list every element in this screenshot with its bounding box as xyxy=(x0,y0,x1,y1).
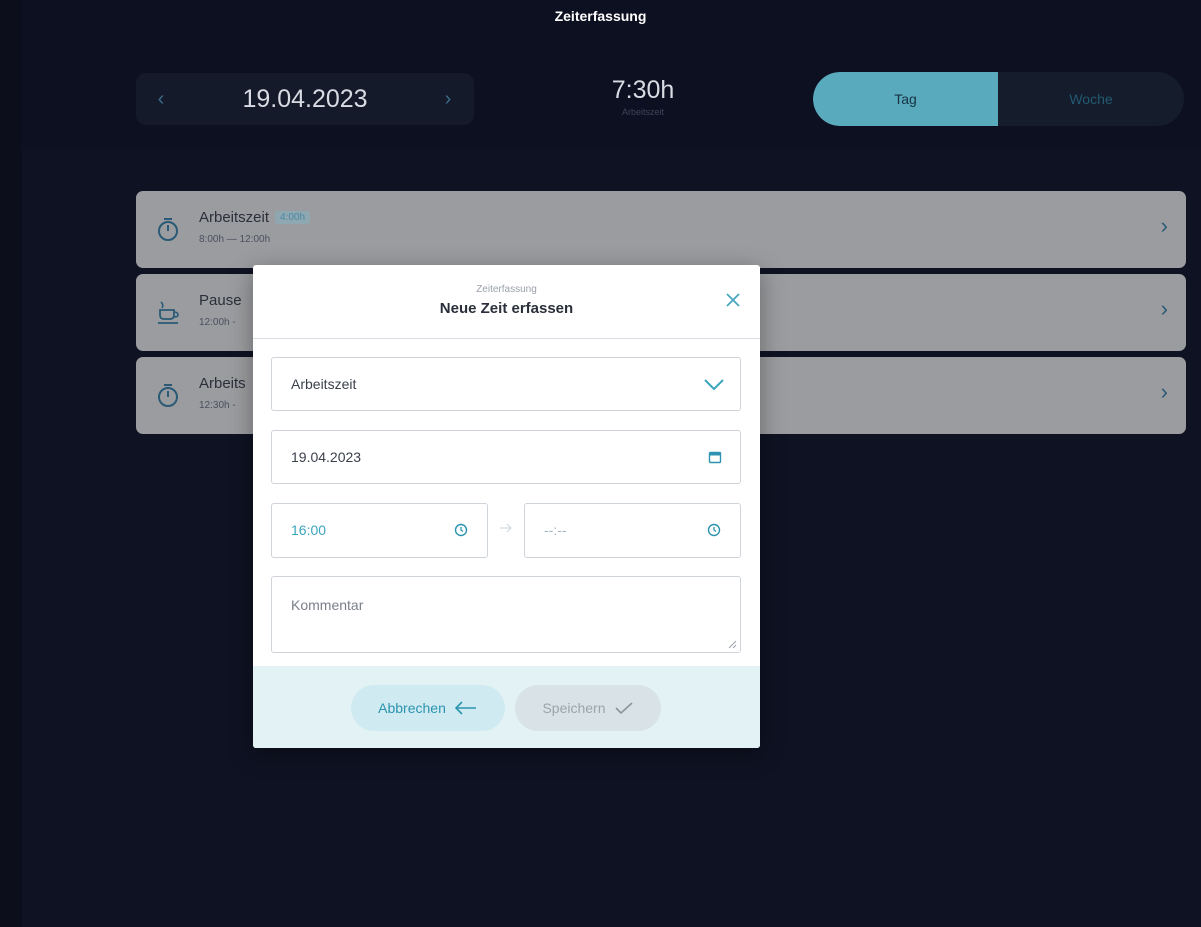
dialog-subtitle: Zeiterfassung xyxy=(476,284,537,295)
coffee-cup-icon xyxy=(158,301,179,324)
clock-icon[interactable] xyxy=(707,523,721,537)
date-field[interactable]: 19.04.2023 xyxy=(271,430,741,484)
comment-placeholder: Kommentar xyxy=(291,597,364,613)
arrow-left-icon xyxy=(454,701,476,715)
view-toggle-week[interactable]: Woche xyxy=(998,72,1184,126)
end-time-field[interactable]: --:-- xyxy=(524,503,741,558)
dialog-footer: Abbrechen Speichern xyxy=(253,666,760,748)
stopwatch-icon xyxy=(158,384,178,407)
current-date: 19.04.2023 xyxy=(242,85,368,113)
calendar-icon[interactable] xyxy=(708,450,722,464)
entry-time-range: 12:00h - xyxy=(199,317,236,328)
date-field-value: 19.04.2023 xyxy=(291,449,362,465)
chevron-right-icon[interactable]: › xyxy=(1161,213,1168,239)
chevron-right-icon: › xyxy=(444,87,452,110)
total-worktime-label: Arbeitszeit xyxy=(621,107,665,117)
new-time-entry-dialog: Zeiterfassung Neue Zeit erfassen Arbeits… xyxy=(253,265,760,748)
view-toggle: Tag Woche xyxy=(813,72,1184,126)
chevron-right-icon[interactable]: › xyxy=(1161,296,1168,322)
app-title: Zeiterfassung xyxy=(554,8,647,24)
resize-handle-icon[interactable] xyxy=(728,640,737,649)
end-time-placeholder: --:-- xyxy=(544,522,567,538)
save-button-label: Speichern xyxy=(542,700,606,716)
entry-title: Arbeitszeit 4:00h xyxy=(199,209,311,226)
entry-type-select[interactable]: Arbeitszeit xyxy=(271,357,741,411)
previous-day-button[interactable]: ‹ xyxy=(141,73,181,125)
entry-title: Arbeits xyxy=(199,375,246,392)
close-icon[interactable] xyxy=(722,289,744,311)
chevron-down-icon xyxy=(704,379,724,391)
cancel-button[interactable]: Abbrechen xyxy=(351,685,505,731)
entry-title: Pause xyxy=(199,292,242,309)
view-toggle-day[interactable]: Tag xyxy=(813,72,998,126)
start-time-value: 16:00 xyxy=(291,522,327,538)
date-navigator: ‹ 19.04.2023 › xyxy=(136,73,474,125)
chevron-left-icon: ‹ xyxy=(157,87,165,110)
side-strip xyxy=(0,0,22,927)
cancel-button-label: Abbrechen xyxy=(378,700,446,716)
checkmark-icon xyxy=(614,702,633,715)
total-worktime: 7:30h Arbeitszeit xyxy=(583,76,703,117)
chevron-right-icon[interactable]: › xyxy=(1161,379,1168,405)
total-worktime-value: 7:30h xyxy=(611,76,675,104)
stopwatch-icon xyxy=(158,218,178,241)
clock-icon[interactable] xyxy=(454,523,468,537)
save-button[interactable]: Speichern xyxy=(515,685,661,731)
entry-time-range: 12:30h - xyxy=(199,400,236,411)
next-day-button[interactable]: › xyxy=(428,73,468,125)
start-time-field[interactable]: 16:00 xyxy=(271,503,488,558)
time-entry[interactable]: Arbeitszeit 4:00h 8:00h — 12:00h › xyxy=(136,191,1186,268)
dialog-header: Zeiterfassung Neue Zeit erfassen xyxy=(253,265,760,339)
entry-type-value: Arbeitszeit xyxy=(291,376,357,392)
entry-time-range: 8:00h — 12:00h xyxy=(199,234,271,245)
app: Zeiterfassung ‹ 19.04.2023 › 7:30h Arbei… xyxy=(0,0,1201,927)
comment-textarea[interactable]: Kommentar xyxy=(271,576,741,653)
dialog-title: Neue Zeit erfassen xyxy=(439,300,574,317)
arrow-right-icon xyxy=(500,523,512,533)
duration-badge: 4:00h xyxy=(275,211,311,224)
